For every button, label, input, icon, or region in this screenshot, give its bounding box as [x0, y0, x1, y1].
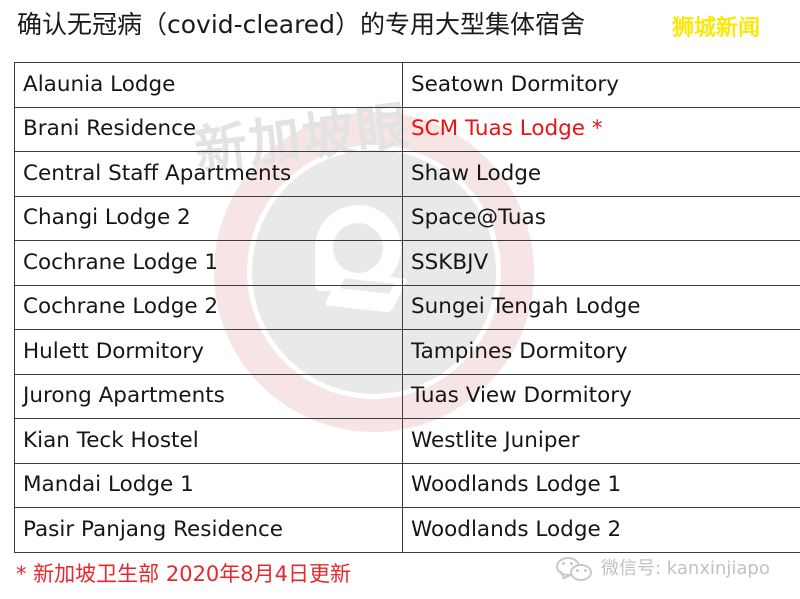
table-row: Alaunia Lodge Seatown Dormitory — [14, 62, 800, 108]
dormitory-cell-right: Space@Tuas — [402, 195, 800, 241]
dormitory-cell-left: Mandai Lodge 1 — [14, 462, 403, 508]
page-title: 确认无冠病（covid-cleared）的专用大型集体宿舍 — [17, 10, 586, 39]
table-row: Mandai Lodge 1 Woodlands Lodge 1 — [14, 462, 800, 508]
dormitory-cell-left: Cochrane Lodge 1 — [14, 240, 403, 286]
dormitory-cell-left: Hulett Dormitory — [14, 329, 403, 375]
table-row: Central Staff Apartments Shaw Lodge — [14, 151, 800, 197]
table-row: Brani Residence SCM Tuas Lodge * — [14, 106, 800, 152]
dormitory-cell-left: Kian Teck Hostel — [14, 418, 403, 464]
dormitory-cell-left: Central Staff Apartments — [14, 151, 403, 197]
dormitory-cell-right: Westlite Juniper — [402, 418, 800, 464]
dormitory-cell-left: Alaunia Lodge — [14, 62, 403, 108]
dormitory-cell-right: SSKBJV — [402, 240, 800, 286]
wechat-id-label: 微信号: kanxinjiapo — [601, 558, 770, 579]
dormitory-cell-right: Woodlands Lodge 2 — [402, 507, 800, 553]
dormitory-cell-right: SCM Tuas Lodge * — [402, 106, 800, 152]
wechat-icon — [556, 556, 594, 582]
dormitory-cell-right: Woodlands Lodge 1 — [402, 462, 800, 508]
dormitory-cell-right: Shaw Lodge — [402, 151, 800, 197]
dormitory-cell-left: Changi Lodge 2 — [14, 195, 403, 241]
table-row: Kian Teck Hostel Westlite Juniper — [14, 418, 800, 464]
table-row: Changi Lodge 2 Space@Tuas — [14, 195, 800, 241]
content-layer: 确认无冠病（covid-cleared）的专用大型集体宿舍 狮城新闻 Alaun… — [0, 0, 800, 599]
dormitory-cell-right: Tuas View Dormitory — [402, 373, 800, 419]
header: 确认无冠病（covid-cleared）的专用大型集体宿舍 狮城新闻 — [0, 0, 800, 56]
table-row: Hulett Dormitory Tampines Dormitory — [14, 329, 800, 375]
dormitory-cell-right: Sungei Tengah Lodge — [402, 284, 800, 330]
dormitory-cell-left: Jurong Apartments — [14, 373, 403, 419]
wechat-contact: 微信号: kanxinjiapo — [556, 552, 770, 586]
dormitory-cell-right: Seatown Dormitory — [402, 62, 800, 108]
dormitory-cell-right: Tampines Dormitory — [402, 329, 800, 375]
table-row: Pasir Panjang Residence Woodlands Lodge 2 — [14, 507, 800, 553]
dormitory-cell-left: Pasir Panjang Residence — [14, 507, 403, 553]
dormitory-table-body: Alaunia Lodge Seatown Dormitory Brani Resi… — [14, 62, 800, 553]
dormitory-cell-left: Cochrane Lodge 2 — [14, 284, 403, 330]
dormitory-cell-left: Brani Residence — [14, 106, 403, 152]
table-row: Cochrane Lodge 2 Sungei Tengah Lodge — [14, 284, 800, 330]
table-row: Jurong Apartments Tuas View Dormitory — [14, 373, 800, 419]
table-row: Cochrane Lodge 1 SSKBJV — [14, 240, 800, 286]
footnote: * 新加坡卫生部 2020年8月4日更新 — [16, 562, 352, 586]
dormitory-table: Alaunia Lodge Seatown Dormitory Brani Resi… — [14, 62, 800, 553]
brand-logo: 狮城新闻 — [672, 16, 761, 41]
